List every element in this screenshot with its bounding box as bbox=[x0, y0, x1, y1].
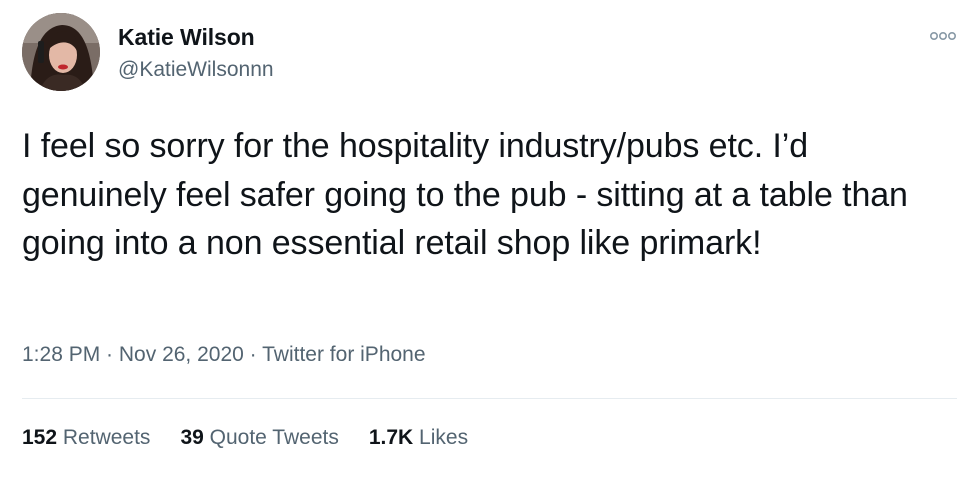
quote-tweets-stat[interactable]: 39 Quote Tweets bbox=[180, 426, 338, 450]
retweets-stat[interactable]: 152 Retweets bbox=[22, 426, 150, 450]
more-options-button[interactable] bbox=[928, 28, 958, 44]
tweet-text: I feel so sorry for the hospitality indu… bbox=[22, 127, 918, 262]
user-handle[interactable]: @KatieWilsonnn bbox=[118, 58, 274, 82]
likes-label: Likes bbox=[419, 426, 469, 449]
meta-separator: · bbox=[100, 343, 119, 366]
retweets-count: 152 bbox=[22, 426, 58, 449]
engagement-stats: 152 Retweets 39 Quote Tweets 1.7K Likes bbox=[22, 426, 468, 450]
quote-tweets-label: Quote Tweets bbox=[209, 426, 339, 449]
display-name[interactable]: Katie Wilson bbox=[118, 24, 255, 51]
more-horizontal-icon bbox=[929, 32, 956, 41]
retweets-label: Retweets bbox=[62, 426, 151, 449]
quote-tweets-count: 39 bbox=[180, 426, 204, 449]
tweet-source[interactable]: Twitter for iPhone bbox=[262, 343, 425, 366]
likes-stat[interactable]: 1.7K Likes bbox=[369, 426, 468, 450]
divider bbox=[22, 398, 957, 399]
tweet-card: Katie Wilson @KatieWilsonnn I feel so so… bbox=[0, 0, 980, 478]
meta-separator: · bbox=[243, 343, 263, 366]
tweet-date[interactable]: Nov 26, 2020 bbox=[119, 343, 244, 366]
tweet-time[interactable]: 1:28 PM bbox=[22, 343, 100, 366]
avatar[interactable] bbox=[22, 13, 100, 91]
likes-count: 1.7K bbox=[368, 426, 414, 449]
tweet-meta: 1:28 PM · Nov 26, 2020 · Twitter for iPh… bbox=[22, 343, 426, 367]
avatar-photo-image bbox=[22, 13, 100, 91]
